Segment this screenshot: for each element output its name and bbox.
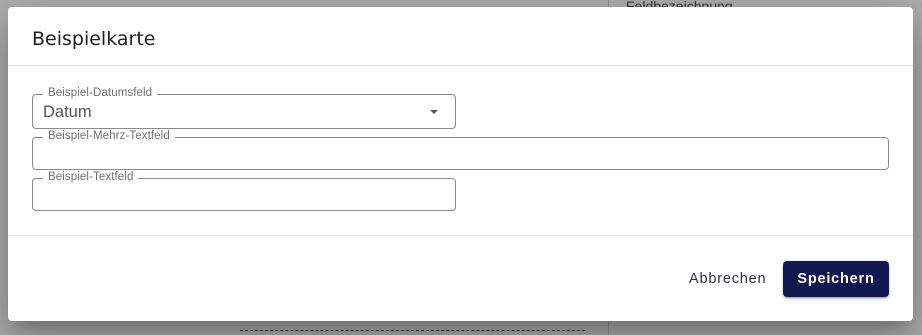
- dialog-footer: Abbrechen Speichern: [8, 235, 913, 321]
- multiline-text-field[interactable]: Beispiel-Mehrz-Textfeld: [32, 130, 889, 170]
- cancel-button[interactable]: Abbrechen: [681, 261, 774, 297]
- text-field-label: Beispiel-Textfeld: [43, 171, 139, 183]
- date-field-label: Beispiel-Datumsfeld: [43, 87, 158, 99]
- example-card-dialog: Beispielkarte Beispiel-Datumsfeld Datum …: [8, 7, 913, 321]
- dialog-title: Beispielkarte: [32, 28, 156, 50]
- date-select-field[interactable]: Beispiel-Datumsfeld Datum: [32, 87, 456, 129]
- dropdown-arrow-icon[interactable]: [430, 110, 438, 114]
- dialog-header: Beispielkarte: [8, 7, 913, 66]
- text-field[interactable]: Beispiel-Textfeld: [32, 171, 456, 211]
- save-button[interactable]: Speichern: [783, 261, 889, 297]
- multiline-field-label: Beispiel-Mehrz-Textfeld: [43, 130, 175, 142]
- date-field-value: Datum: [43, 103, 92, 121]
